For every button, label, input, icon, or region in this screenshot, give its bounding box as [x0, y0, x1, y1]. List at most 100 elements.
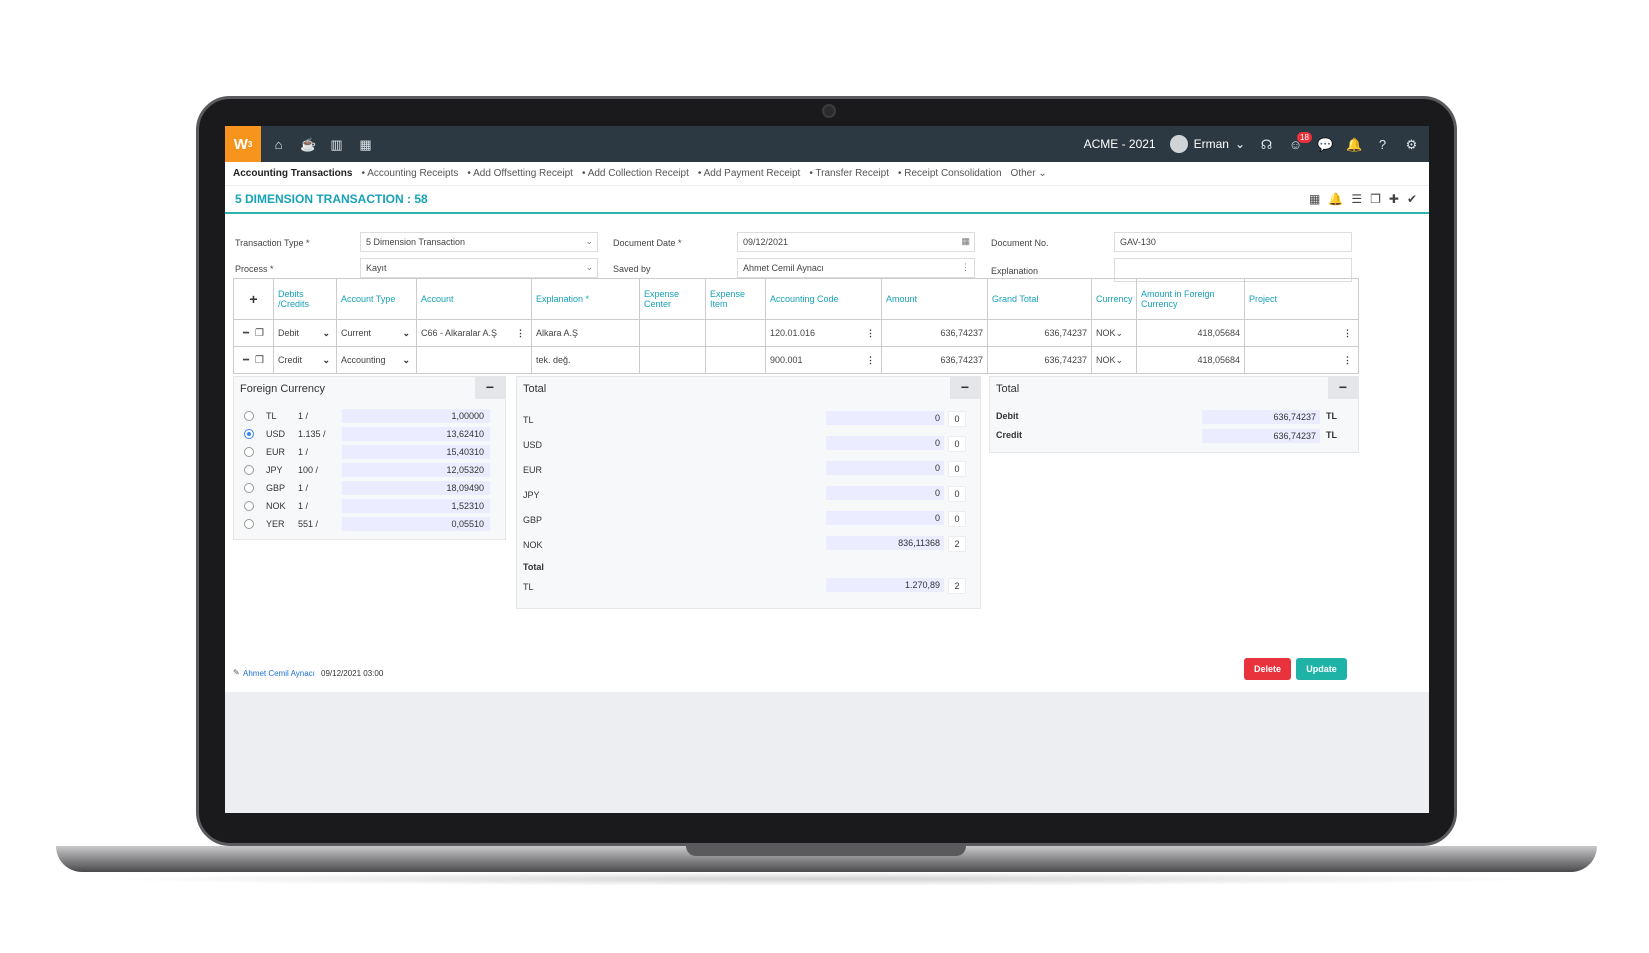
transaction-type-select[interactable]: 5 Dimension Transaction ⌄ [360, 232, 598, 252]
tab-receipt-consolidation[interactable]: • Receipt Consolidation [898, 168, 1002, 179]
currency-radio-gbp[interactable] [244, 483, 254, 493]
header-debits-credits[interactable]: Debits /Credits [274, 279, 337, 319]
header-account[interactable]: Account [417, 279, 532, 319]
copy-icon[interactable]: ❐ [1370, 192, 1381, 206]
expense-item-cell[interactable] [706, 320, 766, 346]
more-icon[interactable]: ⋮ [516, 328, 525, 339]
header-account-type[interactable]: Account Type [337, 279, 417, 319]
header-expense-center[interactable]: Expense Center [640, 279, 706, 319]
bar-chart-icon[interactable]: ▥ [329, 137, 344, 152]
foreign-amount-cell[interactable]: 418,05684 [1137, 320, 1245, 346]
company-selector[interactable]: ACME - 2021 [1084, 137, 1156, 151]
document-date-input[interactable]: 09/12/2021 ▦ [737, 232, 975, 252]
currency-value-input[interactable]: 1,52310 [342, 499, 490, 513]
headset-icon[interactable]: ☊ [1259, 137, 1274, 152]
help-icon[interactable]: ? [1375, 137, 1390, 152]
currency-radio-yer[interactable] [244, 519, 254, 529]
header-amount[interactable]: Amount [882, 279, 988, 319]
dc-select[interactable]: Credit ⌄ [274, 347, 337, 373]
grand-total-cell[interactable]: 636,74237 [988, 320, 1092, 346]
header-foreign-amount[interactable]: Amount in Foreign Currency [1137, 279, 1245, 319]
currency-value-input[interactable]: 15,40310 [342, 445, 490, 459]
document-no-input[interactable]: GAV-130 [1114, 232, 1352, 252]
collapse-button[interactable]: − [950, 377, 980, 399]
account-type-select[interactable]: Accounting ⌄ [337, 347, 417, 373]
collapse-button[interactable]: − [475, 377, 505, 399]
explanation-cell[interactable]: tek. değ. [532, 347, 640, 373]
currency-radio-usd[interactable] [244, 429, 254, 439]
calendar-icon[interactable]: ▦ [358, 137, 373, 152]
header-accounting-code[interactable]: Accounting Code [766, 279, 882, 319]
dc-select[interactable]: Debit ⌄ [274, 320, 337, 346]
bell-icon[interactable]: 🔔 [1346, 137, 1362, 152]
expense-center-cell[interactable] [640, 347, 706, 373]
currency-select[interactable]: NOK ⌄ [1092, 347, 1137, 373]
amount-cell[interactable]: 636,74237 [882, 320, 988, 346]
foreign-amount-cell[interactable]: 418,05684 [1137, 347, 1245, 373]
accounting-code-cell[interactable]: 900.001 ⋮ [766, 347, 882, 373]
header-grand-total[interactable]: Grand Total [988, 279, 1092, 319]
table-icon[interactable]: ▦ [1309, 192, 1320, 206]
grand-total-cell[interactable]: 636,74237 [988, 347, 1092, 373]
currency-value-input[interactable]: 0,05510 [342, 517, 490, 531]
more-icon[interactable]: ⋮ [1343, 355, 1352, 366]
header-expense-item[interactable]: Expense Item [706, 279, 766, 319]
plus-icon[interactable]: ✚ [1389, 192, 1399, 206]
currency-value-input[interactable]: 18,09490 [342, 481, 490, 495]
more-icon[interactable]: ⋮ [1343, 328, 1352, 339]
more-icon[interactable]: ⋮ [866, 328, 875, 339]
project-cell[interactable]: ⋮ [1245, 320, 1358, 346]
header-currency[interactable]: Currency [1092, 279, 1137, 319]
check-icon[interactable]: ✔ [1407, 192, 1417, 206]
currency-select[interactable]: NOK ⌄ [1092, 320, 1137, 346]
cup-icon[interactable]: ☕ [300, 137, 316, 152]
smiley-icon[interactable]: ☺ 18 [1288, 131, 1312, 152]
process-select[interactable]: Kayıt ⌄ [360, 258, 598, 278]
currency-radio-eur[interactable] [244, 447, 254, 457]
home-icon[interactable]: ⌂ [271, 137, 286, 152]
tab-add-offsetting-receipt[interactable]: • Add Offsetting Receipt [467, 168, 573, 179]
tab-other[interactable]: Other ⌄ [1011, 168, 1047, 179]
list-icon[interactable]: ☰ [1351, 192, 1362, 206]
minus-icon[interactable]: ━ [243, 328, 249, 339]
gear-icon[interactable]: ⚙ [1404, 137, 1419, 152]
header-project[interactable]: Project [1245, 279, 1358, 319]
saved-by-input[interactable]: Ahmet Cemil Aynacı ⋮ [737, 258, 975, 278]
bell-icon[interactable]: 🔔 [1328, 192, 1343, 206]
expense-item-cell[interactable] [706, 347, 766, 373]
project-cell[interactable]: ⋮ [1245, 347, 1358, 373]
collapse-button[interactable]: − [1328, 377, 1358, 399]
chat-icon[interactable]: 💬 [1317, 137, 1333, 152]
expense-center-cell[interactable] [640, 320, 706, 346]
tab-add-collection-receipt[interactable]: • Add Collection Receipt [582, 168, 689, 179]
header-explanation[interactable]: Explanation * [532, 279, 640, 319]
copy-icon[interactable]: ❐ [255, 328, 264, 339]
accounting-code-cell[interactable]: 120.01.016 ⋮ [766, 320, 882, 346]
currency-value-input[interactable]: 1,00000 [342, 409, 490, 423]
amount-cell[interactable]: 636,74237 [882, 347, 988, 373]
app-logo[interactable]: W3 [225, 126, 261, 162]
minus-icon[interactable]: ━ [243, 355, 249, 366]
currency-value-input[interactable]: 13,62410 [342, 427, 490, 441]
tab-add-payment-receipt[interactable]: • Add Payment Receipt [698, 168, 800, 179]
record-user-link[interactable]: Ahmet Cemil Aynacı [243, 669, 315, 678]
account-type-select[interactable]: Current ⌄ [337, 320, 417, 346]
calendar-icon[interactable]: ▦ [961, 236, 970, 247]
tab-transfer-receipt[interactable]: • Transfer Receipt [809, 168, 889, 179]
more-icon[interactable]: ⋮ [866, 355, 875, 366]
delete-button[interactable]: Delete [1244, 658, 1291, 680]
user-menu[interactable]: Erman ⌄ [1169, 135, 1245, 153]
currency-radio-jpy[interactable] [244, 465, 254, 475]
currency-value-input[interactable]: 12,05320 [342, 463, 490, 477]
add-row-button[interactable]: + [234, 279, 274, 319]
more-icon[interactable]: ⋮ [961, 262, 970, 273]
account-input[interactable] [417, 347, 532, 373]
explanation-cell[interactable]: Alkara A.Ş [532, 320, 640, 346]
currency-radio-tl[interactable] [244, 411, 254, 421]
tab-accounting-receipts[interactable]: • Accounting Receipts [361, 168, 458, 179]
tab-accounting-transactions[interactable]: Accounting Transactions [233, 168, 352, 179]
update-button[interactable]: Update [1296, 658, 1347, 680]
copy-icon[interactable]: ❐ [255, 355, 264, 366]
currency-radio-nok[interactable] [244, 501, 254, 511]
account-input[interactable]: C66 - Alkaralar A.Ş ⋮ [417, 320, 532, 346]
